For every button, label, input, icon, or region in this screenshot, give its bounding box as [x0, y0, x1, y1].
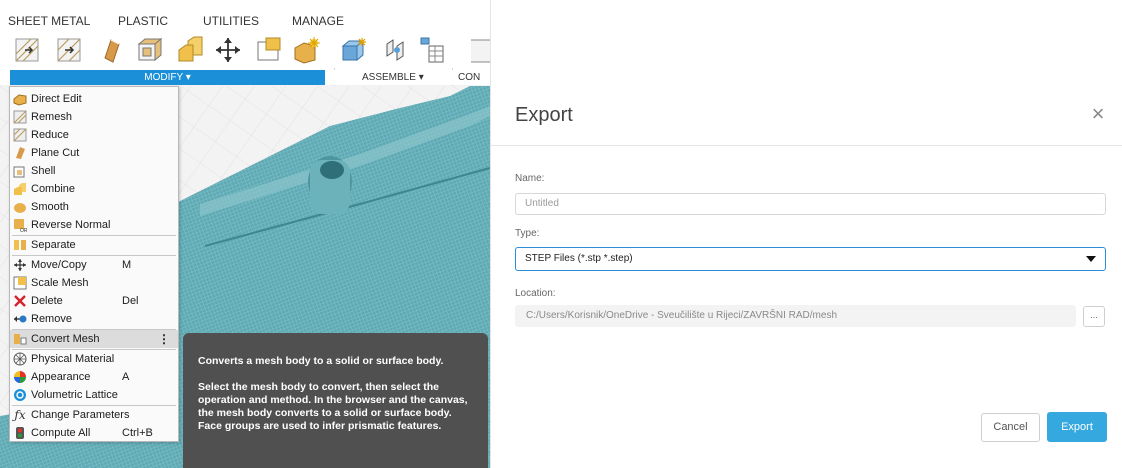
move-tool-icon[interactable]: [214, 36, 242, 64]
menu-item-compute-all[interactable]: Compute All Ctrl+B: [10, 424, 178, 442]
shell-icon: [13, 164, 27, 178]
modify-dropdown-menu: Direct Edit Remesh Reduce Plane Cut Shel…: [9, 86, 179, 442]
more-options-icon[interactable]: ⋮: [158, 332, 170, 346]
tab-manage[interactable]: MANAGE: [292, 14, 344, 28]
type-select[interactable]: STEP Files (*.stp *.step): [515, 247, 1106, 271]
reverse-normal-icon: OR: [13, 218, 27, 232]
reduce-icon: [13, 128, 27, 142]
appearance-icon: [13, 370, 27, 384]
ribbon-toolbar: [0, 32, 490, 116]
shell-tool-icon[interactable]: [135, 36, 163, 64]
menu-item-volumetric-lattice[interactable]: Volumetric Lattice: [10, 386, 178, 404]
assemble-menu-button[interactable]: ASSEMBLE ▾: [362, 70, 424, 85]
convert-mesh-tooltip: Converts a mesh body to a solid or surfa…: [183, 333, 488, 468]
modify-menu-button[interactable]: MODIFY ▾: [10, 70, 325, 85]
plane-cut-icon: [13, 146, 27, 160]
delete-icon: [13, 294, 27, 308]
export-button[interactable]: Export: [1047, 412, 1107, 442]
physical-material-icon: [13, 352, 27, 366]
type-label: Type:: [515, 228, 540, 239]
align-tool-icon[interactable]: [254, 36, 282, 64]
name-label: Name:: [515, 173, 545, 184]
tooltip-title: Converts a mesh body to a solid or surfa…: [198, 355, 444, 367]
name-input[interactable]: Untitled: [515, 193, 1106, 215]
reduce-tool-icon[interactable]: [55, 36, 83, 64]
menu-item-direct-edit[interactable]: Direct Edit: [10, 90, 178, 108]
menu-item-change-parameters[interactable]: ƒx Change Parameters: [10, 406, 178, 424]
convert-mesh-icon: [13, 332, 27, 346]
construct-icon[interactable]: [465, 36, 490, 64]
as-built-joint-icon[interactable]: [417, 36, 445, 64]
ribbon-group-bar: MODIFY ▾ ASSEMBLE ▾ CON: [0, 70, 490, 85]
export-dialog: Export × Name: Untitled Type: STEP Files…: [490, 0, 1122, 468]
remove-icon: [13, 312, 27, 326]
new-component-icon[interactable]: [340, 36, 368, 64]
change-parameters-icon: ƒx: [14, 408, 26, 422]
volumetric-lattice-icon: [13, 388, 27, 402]
menu-item-reverse-normal[interactable]: OR Reverse Normal: [10, 216, 178, 234]
tab-utilities[interactable]: UTILITIES: [203, 14, 259, 28]
plane-cut-tool-icon[interactable]: [97, 36, 125, 64]
combine-icon: [13, 182, 27, 196]
move-icon: [13, 258, 27, 272]
cancel-button[interactable]: Cancel: [981, 413, 1040, 442]
menu-item-combine[interactable]: Combine: [10, 180, 178, 198]
menu-item-remesh[interactable]: Remesh: [10, 108, 178, 126]
cad-workspace: SHEET METAL PLASTIC UTILITIES MANAGE MOD…: [0, 0, 490, 468]
caret-down-icon: [1086, 256, 1096, 262]
menu-item-separate[interactable]: Separate: [10, 236, 178, 254]
ribbon-tabs: SHEET METAL PLASTIC UTILITIES MANAGE: [0, 0, 490, 32]
remesh-icon: [13, 110, 27, 124]
compute-all-icon: [13, 426, 27, 440]
type-select-value: STEP Files (*.stp *.step): [525, 253, 633, 264]
menu-item-physical-material[interactable]: Physical Material: [10, 350, 178, 368]
menu-item-move-copy[interactable]: Move/Copy M: [10, 256, 178, 274]
tab-plastic[interactable]: PLASTIC: [118, 14, 168, 28]
menu-item-convert-mesh[interactable]: Convert Mesh ⋮: [10, 330, 178, 348]
remesh-tool-icon[interactable]: [13, 36, 41, 64]
combine-tool-icon[interactable]: [176, 36, 204, 64]
tooltip-body: Select the mesh body to convert, then se…: [198, 381, 468, 432]
direct-edit-icon: [13, 92, 27, 106]
menu-item-shell[interactable]: Shell: [10, 162, 178, 180]
smooth-icon: [13, 200, 27, 214]
menu-item-appearance[interactable]: Appearance A: [10, 368, 178, 386]
menu-item-delete[interactable]: Delete Del: [10, 292, 178, 310]
menu-item-reduce[interactable]: Reduce: [10, 126, 178, 144]
location-label: Location:: [515, 288, 556, 299]
joint-icon[interactable]: [383, 36, 411, 64]
dialog-title: Export: [515, 104, 573, 126]
svg-text:OR: OR: [20, 228, 27, 232]
close-icon[interactable]: ×: [1088, 103, 1108, 125]
separate-icon: [13, 238, 27, 252]
location-field: C:/Users/Korisnik/OneDrive - Sveučilište…: [515, 305, 1076, 327]
browse-button[interactable]: ...: [1083, 306, 1105, 327]
menu-item-smooth[interactable]: Smooth: [10, 198, 178, 216]
menu-item-remove[interactable]: Remove: [10, 310, 178, 328]
construct-menu-button[interactable]: CON: [458, 70, 480, 85]
dialog-divider: [491, 145, 1122, 146]
menu-item-plane-cut[interactable]: Plane Cut: [10, 144, 178, 162]
physical-material-tool-icon[interactable]: [292, 36, 320, 64]
scale-mesh-icon: [13, 276, 27, 290]
tab-sheet-metal[interactable]: SHEET METAL: [8, 14, 90, 28]
menu-item-scale-mesh[interactable]: Scale Mesh: [10, 274, 178, 292]
